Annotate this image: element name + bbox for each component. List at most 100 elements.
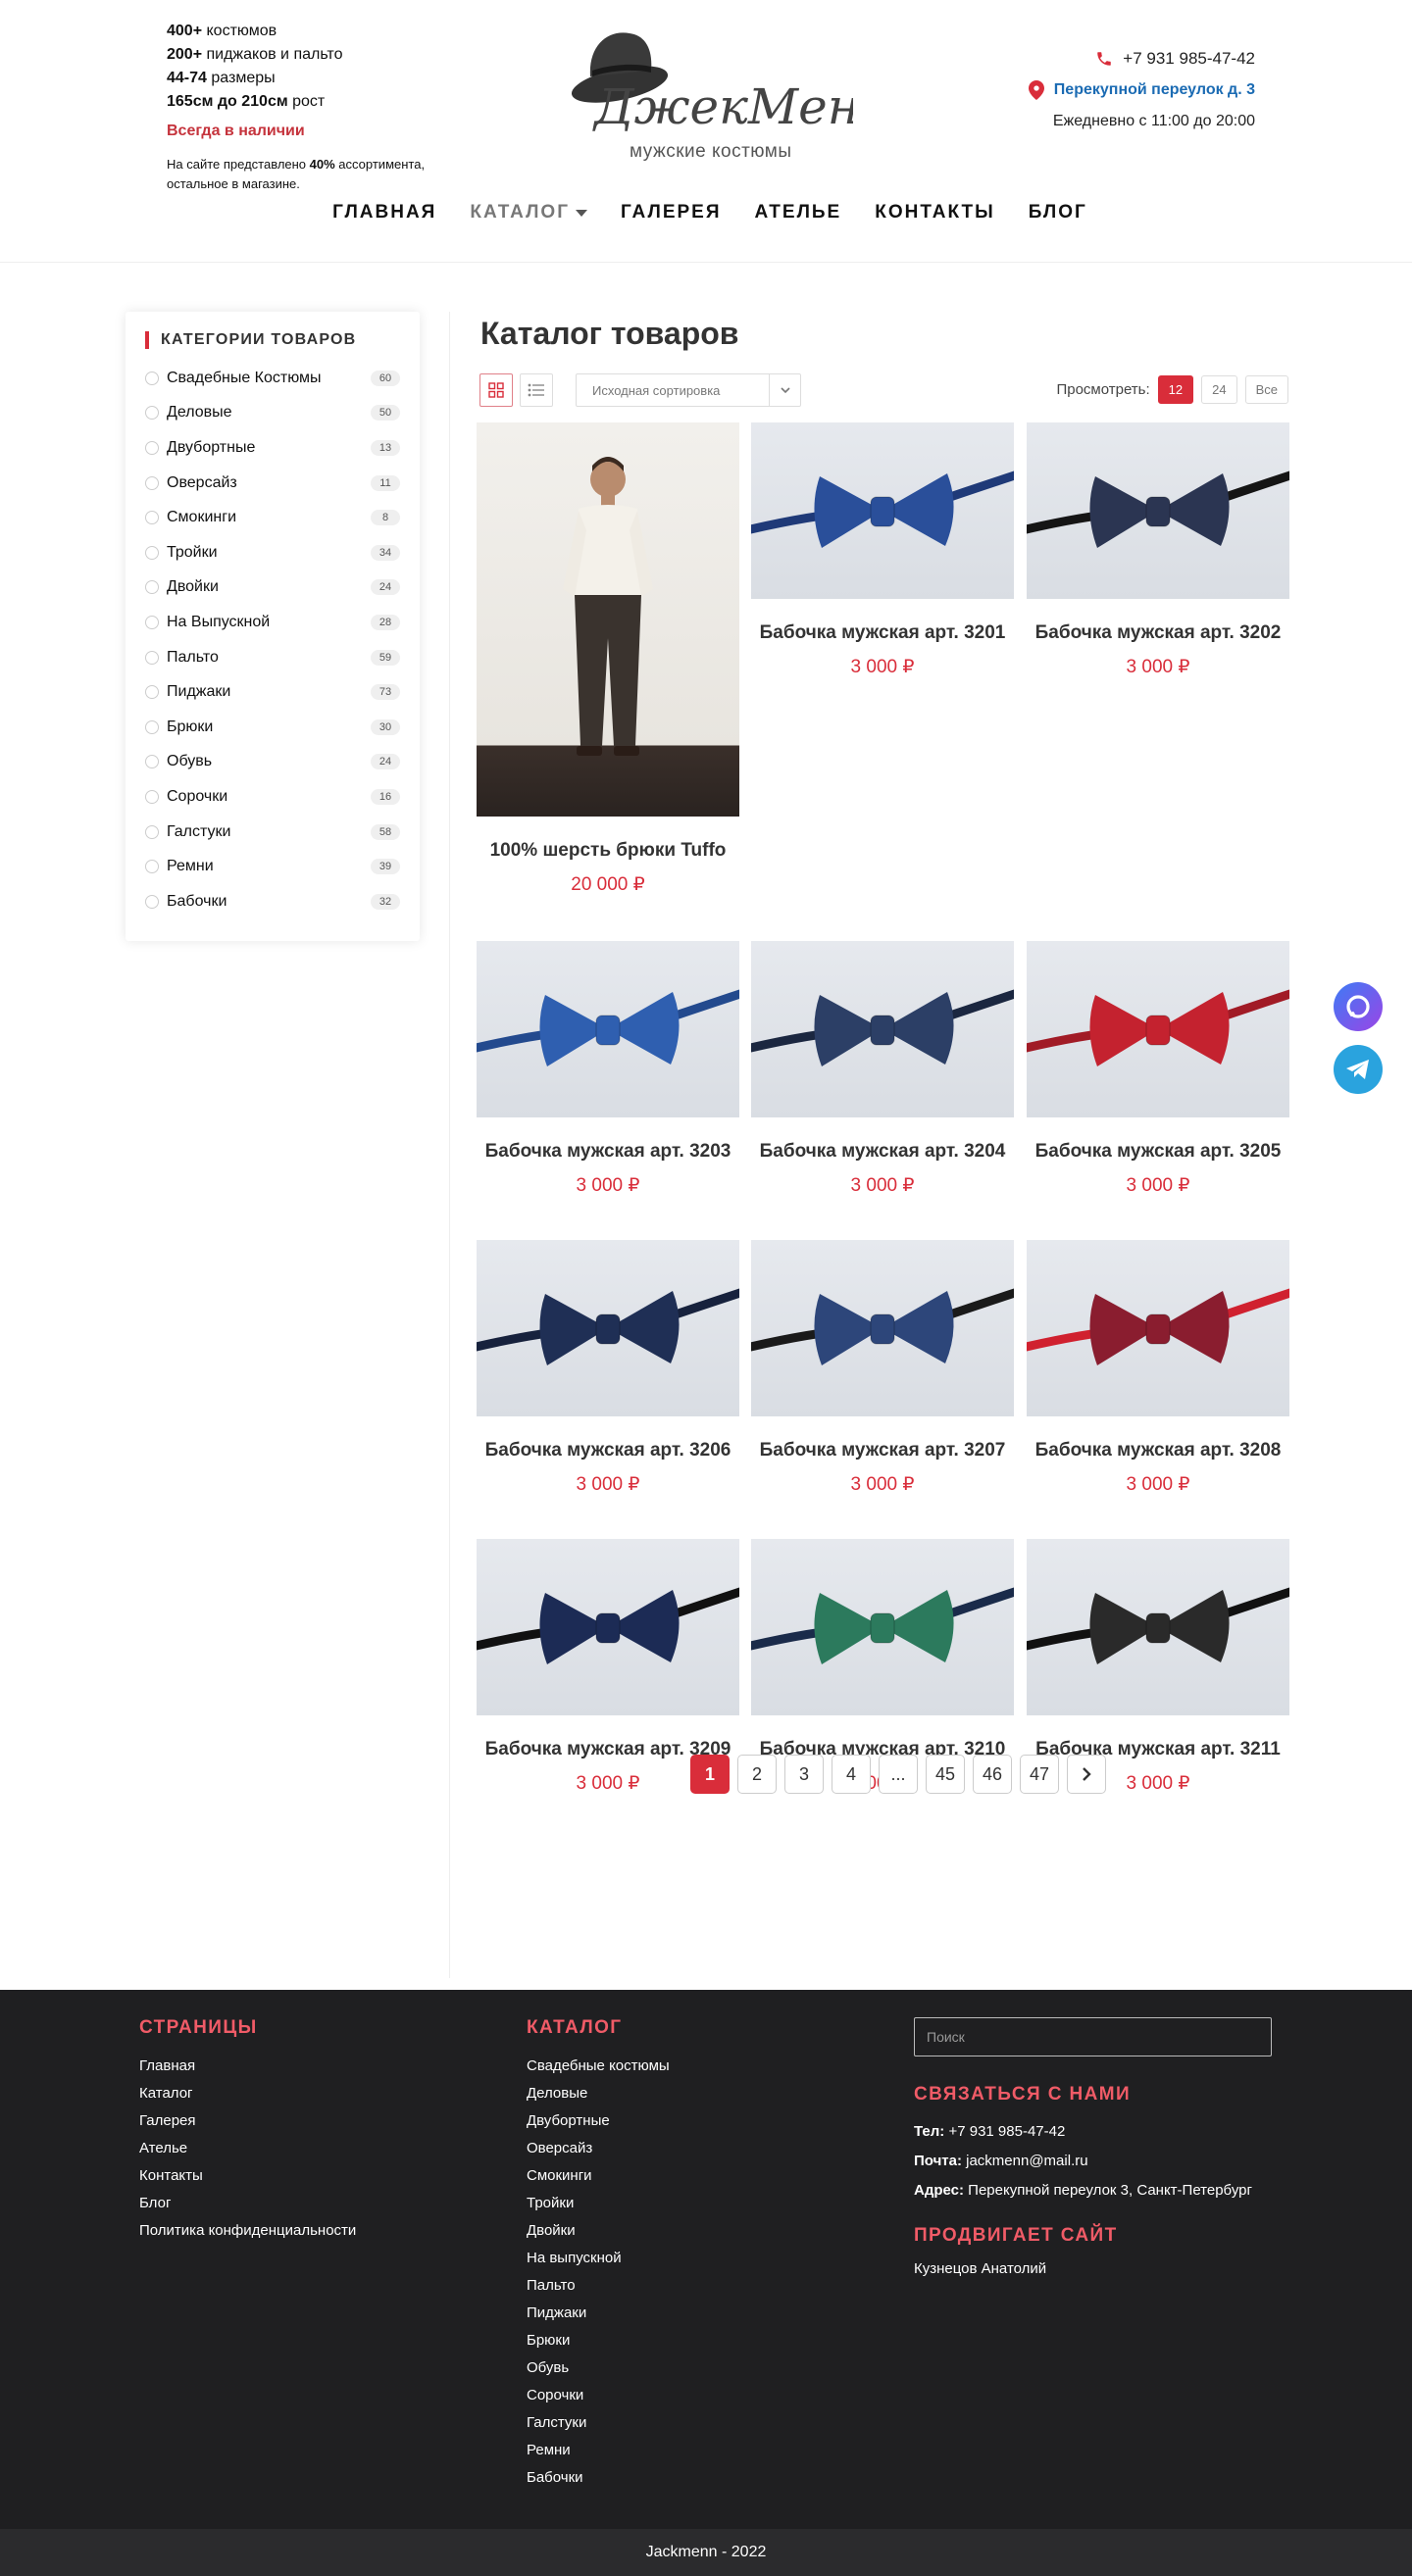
product-image[interactable] [751, 422, 1014, 599]
category-item[interactable]: Сорочки 16 [145, 779, 400, 815]
page-button[interactable]: 46 [973, 1755, 1012, 1794]
product-image[interactable] [477, 1539, 739, 1715]
product-name[interactable]: Бабочка мужская арт. 3205 [1027, 1141, 1289, 1163]
chat-widget-button[interactable] [1334, 982, 1383, 1031]
site-logo[interactable]: ДжекМенн мужские костюмы [569, 25, 892, 169]
product-name[interactable]: Бабочка мужская арт. 3208 [1027, 1440, 1289, 1461]
address-link[interactable]: Перекупной переулок д. 3 [1054, 81, 1255, 99]
footer-catalog-link[interactable]: Пальто [527, 2276, 670, 2304]
footer-page-link[interactable]: Блог [139, 2194, 356, 2221]
footer-catalog-link[interactable]: Сорочки [527, 2386, 670, 2413]
footer-catalog-link[interactable]: Галстуки [527, 2413, 670, 2441]
product-card[interactable]: Бабочка мужская арт. 3203 3 000 ₽ [477, 941, 739, 1197]
category-item[interactable]: Галстуки 58 [145, 815, 400, 850]
nav-contacts[interactable]: КОНТАКТЫ [875, 202, 995, 223]
product-card[interactable]: Бабочка мужская арт. 3208 3 000 ₽ [1027, 1240, 1289, 1496]
product-card[interactable]: Бабочка мужская арт. 3207 3 000 ₽ [751, 1240, 1014, 1496]
footer-catalog-link[interactable]: Свадебные костюмы [527, 2056, 670, 2084]
footer-search-input[interactable]: Поиск [914, 2017, 1272, 2056]
product-image[interactable] [1027, 1539, 1289, 1715]
footer-catalog-link[interactable]: Бабочки [527, 2468, 670, 2496]
page-button[interactable]: 4 [832, 1755, 871, 1794]
product-card[interactable]: Бабочка мужская арт. 3201 3 000 ₽ [751, 422, 1014, 678]
category-item[interactable]: Брюки 30 [145, 710, 400, 745]
category-item[interactable]: Бабочки 32 [145, 884, 400, 919]
product-name[interactable]: Бабочка мужская арт. 3202 [1027, 622, 1289, 644]
product-image[interactable] [751, 1240, 1014, 1416]
footer-catalog-link[interactable]: Оверсайз [527, 2139, 670, 2166]
category-item[interactable]: Двубортные 13 [145, 430, 400, 466]
product-name[interactable]: Бабочка мужская арт. 3206 [477, 1440, 739, 1461]
footer-catalog-link[interactable]: Ремни [527, 2441, 670, 2468]
footer-catalog-link[interactable]: Пиджаки [527, 2304, 670, 2331]
telegram-button[interactable] [1334, 1045, 1383, 1094]
category-item[interactable]: На Выпускной 28 [145, 605, 400, 640]
footer-page-link[interactable]: Каталог [139, 2084, 356, 2111]
product-image[interactable] [751, 1539, 1014, 1715]
product-name[interactable]: Бабочка мужская арт. 3201 [751, 622, 1014, 644]
grid-view-button[interactable] [479, 373, 513, 407]
nav-blog[interactable]: БЛОГ [1029, 202, 1087, 223]
footer-page-link[interactable]: Главная [139, 2056, 356, 2084]
product-card[interactable]: Бабочка мужская арт. 3202 3 000 ₽ [1027, 422, 1289, 678]
list-view-button[interactable] [520, 373, 553, 407]
category-item[interactable]: Двойки 24 [145, 570, 400, 606]
page-button[interactable]: 47 [1020, 1755, 1059, 1794]
category-item[interactable]: Обувь 24 [145, 745, 400, 780]
product-image[interactable] [751, 941, 1014, 1117]
product-card[interactable]: Бабочка мужская арт. 3205 3 000 ₽ [1027, 941, 1289, 1197]
product-image[interactable] [477, 941, 739, 1117]
footer-email[interactable]: Почта: jackmenn@mail.ru [914, 2153, 1272, 2182]
footer-page-link[interactable]: Галерея [139, 2111, 356, 2139]
product-name[interactable]: Бабочка мужская арт. 3203 [477, 1141, 739, 1163]
product-card[interactable]: Бабочка мужская арт. 3204 3 000 ₽ [751, 941, 1014, 1197]
category-item[interactable]: Ремни 39 [145, 849, 400, 884]
phone-row[interactable]: +7 931 985-47-42 [1029, 43, 1255, 74]
product-image[interactable] [1027, 1240, 1289, 1416]
footer-catalog-link[interactable]: Двубортные [527, 2111, 670, 2139]
product-image[interactable] [1027, 941, 1289, 1117]
nav-home[interactable]: ГЛАВНАЯ [332, 202, 436, 223]
product-image[interactable] [477, 422, 739, 817]
address-row[interactable]: Перекупной переулок д. 3 [1028, 74, 1255, 106]
footer-catalog-link[interactable]: Смокинги [527, 2166, 670, 2194]
product-image[interactable] [1027, 422, 1289, 599]
product-name[interactable]: Бабочка мужская арт. 3204 [751, 1141, 1014, 1163]
next-page-button[interactable] [1067, 1755, 1106, 1794]
nav-gallery[interactable]: ГАЛЕРЕЯ [621, 202, 722, 223]
product-name[interactable]: Бабочка мужская арт. 3207 [751, 1440, 1014, 1461]
product-name[interactable]: 100% шерсть брюки Tuffo [477, 840, 739, 862]
category-item[interactable]: Тройки 34 [145, 535, 400, 570]
footer-catalog-link[interactable]: Обувь [527, 2358, 670, 2386]
per-page-all[interactable]: Все [1244, 375, 1288, 404]
product-card[interactable]: 100% шерсть брюки Tuffo 20 000 ₽ [477, 422, 739, 896]
phone-number[interactable]: +7 931 985-47-42 [1123, 49, 1255, 69]
page-button[interactable]: 45 [926, 1755, 965, 1794]
per-page-24[interactable]: 24 [1201, 375, 1237, 404]
footer-catalog-link[interactable]: Двойки [527, 2221, 670, 2249]
category-item[interactable]: Свадебные Костюмы 60 [145, 361, 400, 396]
page-button[interactable]: 2 [737, 1755, 777, 1794]
page-button[interactable]: 1 [690, 1755, 730, 1794]
footer-page-link[interactable]: Ателье [139, 2139, 356, 2166]
footer-promo-name[interactable]: Кузнецов Анатолий [914, 2260, 1272, 2290]
page-button[interactable]: 3 [784, 1755, 824, 1794]
footer-catalog-link[interactable]: Тройки [527, 2194, 670, 2221]
footer-catalog-link[interactable]: Брюки [527, 2331, 670, 2358]
category-item[interactable]: Пиджаки 73 [145, 674, 400, 710]
product-image[interactable] [477, 1240, 739, 1416]
category-item[interactable]: Пальто 59 [145, 640, 400, 675]
nav-atelier[interactable]: АТЕЛЬЕ [755, 202, 842, 223]
product-card[interactable]: Бабочка мужская арт. 3206 3 000 ₽ [477, 1240, 739, 1496]
nav-catalog[interactable]: КАТАЛОГ [470, 202, 587, 223]
footer-page-link[interactable]: Контакты [139, 2166, 356, 2194]
footer-page-link[interactable]: Политика конфиденциальности [139, 2221, 356, 2249]
category-item[interactable]: Деловые 50 [145, 396, 400, 431]
footer-catalog-link[interactable]: На выпускной [527, 2249, 670, 2276]
category-item[interactable]: Смокинги 8 [145, 500, 400, 535]
per-page-12[interactable]: 12 [1157, 375, 1194, 404]
footer-catalog-link[interactable]: Деловые [527, 2084, 670, 2111]
sort-select[interactable]: Исходная сортировка [576, 373, 801, 407]
category-item[interactable]: Оверсайз 11 [145, 466, 400, 501]
page-button[interactable]: ... [879, 1755, 918, 1794]
